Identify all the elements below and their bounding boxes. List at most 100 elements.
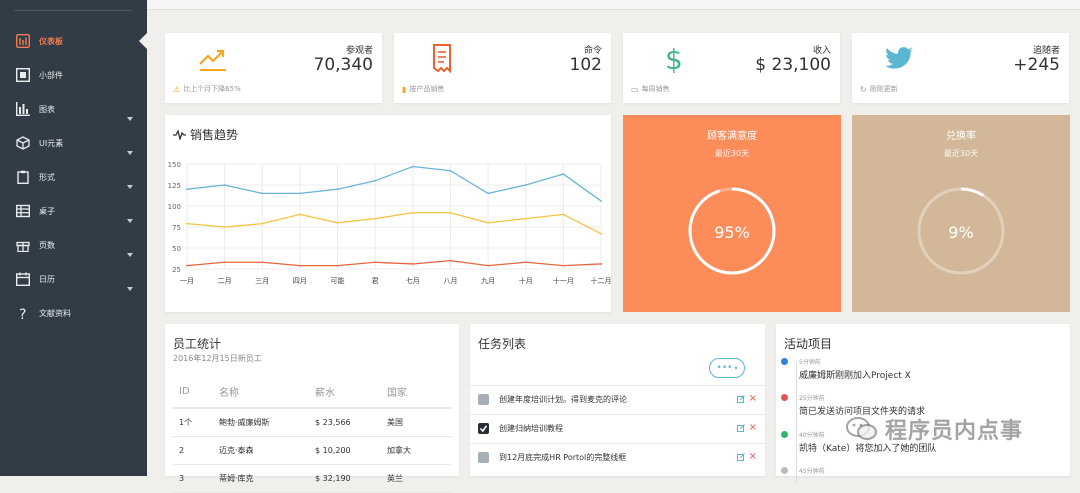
timeline-dot xyxy=(781,394,788,401)
task-actions: × xyxy=(736,452,757,462)
edit-icon[interactable] xyxy=(736,395,745,403)
satisfaction-panel: 顾客满意度 最近30天 95% xyxy=(623,115,841,312)
watermark: 程序员内点事 xyxy=(845,413,1023,445)
close-icon[interactable]: × xyxy=(749,394,757,404)
chevron-down-icon xyxy=(127,276,133,295)
stat-card-followers: 追随者 +245 ↻ 刚刚更新 xyxy=(852,33,1069,103)
dashboard-icon xyxy=(15,33,31,49)
chevron-down-icon xyxy=(127,174,133,193)
close-icon[interactable]: × xyxy=(749,452,757,462)
chevron-down-icon xyxy=(127,106,133,125)
data-point xyxy=(336,221,339,224)
twitter-icon xyxy=(885,47,913,69)
stat-footer: ⚠ 比上个月下降65% xyxy=(173,84,241,94)
edit-icon[interactable] xyxy=(736,424,745,432)
data-point xyxy=(261,222,264,225)
sidebar-item-label: 形式 xyxy=(39,172,55,182)
stat-footer-text: 每周销售 xyxy=(641,85,670,93)
bar-chart-icon xyxy=(15,101,31,117)
x-tick-label: 十二月 xyxy=(591,276,612,285)
x-tick-label: 十月 xyxy=(519,276,533,285)
sidebar-item[interactable]: 日历 xyxy=(0,262,147,296)
data-point xyxy=(562,173,565,175)
timeline-dot xyxy=(781,431,788,438)
table-cell: 鲍勃·威廉姆斯 xyxy=(213,408,309,437)
timeline-dot xyxy=(781,467,788,474)
x-tick-label: 君 xyxy=(372,277,379,285)
satisfaction-percent: 95% xyxy=(714,223,750,242)
conversion-percent: 9% xyxy=(948,223,974,242)
sidebar-item[interactable]: 页数 xyxy=(0,228,147,262)
sidebar-item-label: 仪表板 xyxy=(39,36,63,46)
task-checkbox[interactable] xyxy=(478,452,489,463)
y-tick-label: 150 xyxy=(168,161,181,169)
sidebar-item[interactable]: 图表 xyxy=(0,92,147,126)
employee-stats-title: 员工统计 xyxy=(173,337,222,351)
sidebar-item-label: 日历 xyxy=(39,274,55,284)
sidebar-item[interactable]: 桌子 xyxy=(0,194,147,228)
sidebar-item[interactable]: 形式 xyxy=(0,160,147,194)
watermark-text: 程序员内点事 xyxy=(885,419,1024,444)
conversion-panel: 兑换率 最近30天 9% xyxy=(852,115,1070,312)
close-icon[interactable]: × xyxy=(749,423,757,433)
data-point xyxy=(487,264,489,267)
activity-time: 40分钟前 xyxy=(799,432,825,439)
task-menu-label: ••• xyxy=(716,363,733,373)
y-tick-label: 25 xyxy=(172,266,181,274)
x-tick-label: 一月 xyxy=(180,277,194,285)
task-checkbox[interactable] xyxy=(478,423,489,434)
sidebar: 仪表板小部件 图表 UI元素形式桌子页数日历 ? 文献资料 xyxy=(0,0,147,476)
data-point xyxy=(524,184,527,186)
y-tick-label: 100 xyxy=(168,203,181,211)
task-list-panel: 任务列表 ••• ▾ 创建年度培训计划。得到麦克的评论 × 创建归纳培训教程 ×… xyxy=(470,324,765,476)
sidebar-item[interactable]: 仪表板 xyxy=(0,24,147,58)
sidebar-item-label: 桌子 xyxy=(39,206,55,216)
stat-card-revenue: $ 收入 $ 23,100 ▭ 每周销售 xyxy=(623,33,840,103)
data-point xyxy=(299,192,301,195)
x-tick-label: 十一月 xyxy=(553,276,574,285)
data-point xyxy=(600,200,602,202)
calendar-icon: ▭ xyxy=(631,84,639,94)
data-point xyxy=(411,165,414,168)
table-cell: 1个 xyxy=(173,408,213,437)
sidebar-item[interactable]: 小部件 xyxy=(0,58,147,92)
table-cell: $ 10,200 xyxy=(309,436,381,465)
sidebar-item-label: 页数 xyxy=(39,240,55,250)
widget-icon xyxy=(15,67,31,83)
task-menu-button[interactable]: ••• ▾ xyxy=(709,358,745,378)
dollar-icon: $ xyxy=(665,43,683,73)
employee-stats-subtitle: 2016年12月15日新员工 xyxy=(173,354,262,363)
task-checkbox[interactable] xyxy=(478,394,489,405)
x-tick-label: 八月 xyxy=(443,277,457,285)
sidebar-item[interactable]: UI元素 xyxy=(0,126,147,160)
task-item: 到12月底完成HR Portol的完整线框 × xyxy=(470,443,765,471)
trend-up-icon xyxy=(199,49,226,71)
table-cell: 迈克·泰森 xyxy=(213,436,309,465)
stat-footer-text: 刚刚更新 xyxy=(869,85,898,93)
top-header xyxy=(147,0,1080,10)
chevron-down-icon xyxy=(127,242,133,261)
task-item: 创建年度培训计划。得到麦克的评论 × xyxy=(470,385,765,413)
table-header-row: ID 名称 薪水 国家 xyxy=(173,378,451,409)
series-line xyxy=(186,212,602,235)
data-point xyxy=(562,213,565,216)
edit-icon[interactable] xyxy=(736,453,745,461)
stat-value: $ 23,100 xyxy=(755,55,831,75)
stat-footer-text: 比上个月下降65% xyxy=(183,85,241,93)
data-point xyxy=(261,261,264,264)
data-point xyxy=(374,179,377,182)
trash-icon: ▮ xyxy=(402,84,407,94)
data-point xyxy=(336,264,339,267)
activity-title: 活动项目 xyxy=(784,337,833,351)
stat-value: 70,340 xyxy=(313,55,373,75)
stat-footer: ▭ 每周销售 xyxy=(631,84,670,94)
data-point xyxy=(600,232,602,235)
satisfaction-ring xyxy=(688,187,776,275)
activity-time: 5分钟前 xyxy=(799,359,821,366)
data-point xyxy=(449,169,452,172)
data-point xyxy=(223,184,226,186)
sidebar-item[interactable]: ? 文献资料 xyxy=(0,296,147,330)
receipt-icon xyxy=(433,44,451,73)
data-point xyxy=(336,188,339,191)
table-cell: 加拿大 xyxy=(381,436,451,465)
